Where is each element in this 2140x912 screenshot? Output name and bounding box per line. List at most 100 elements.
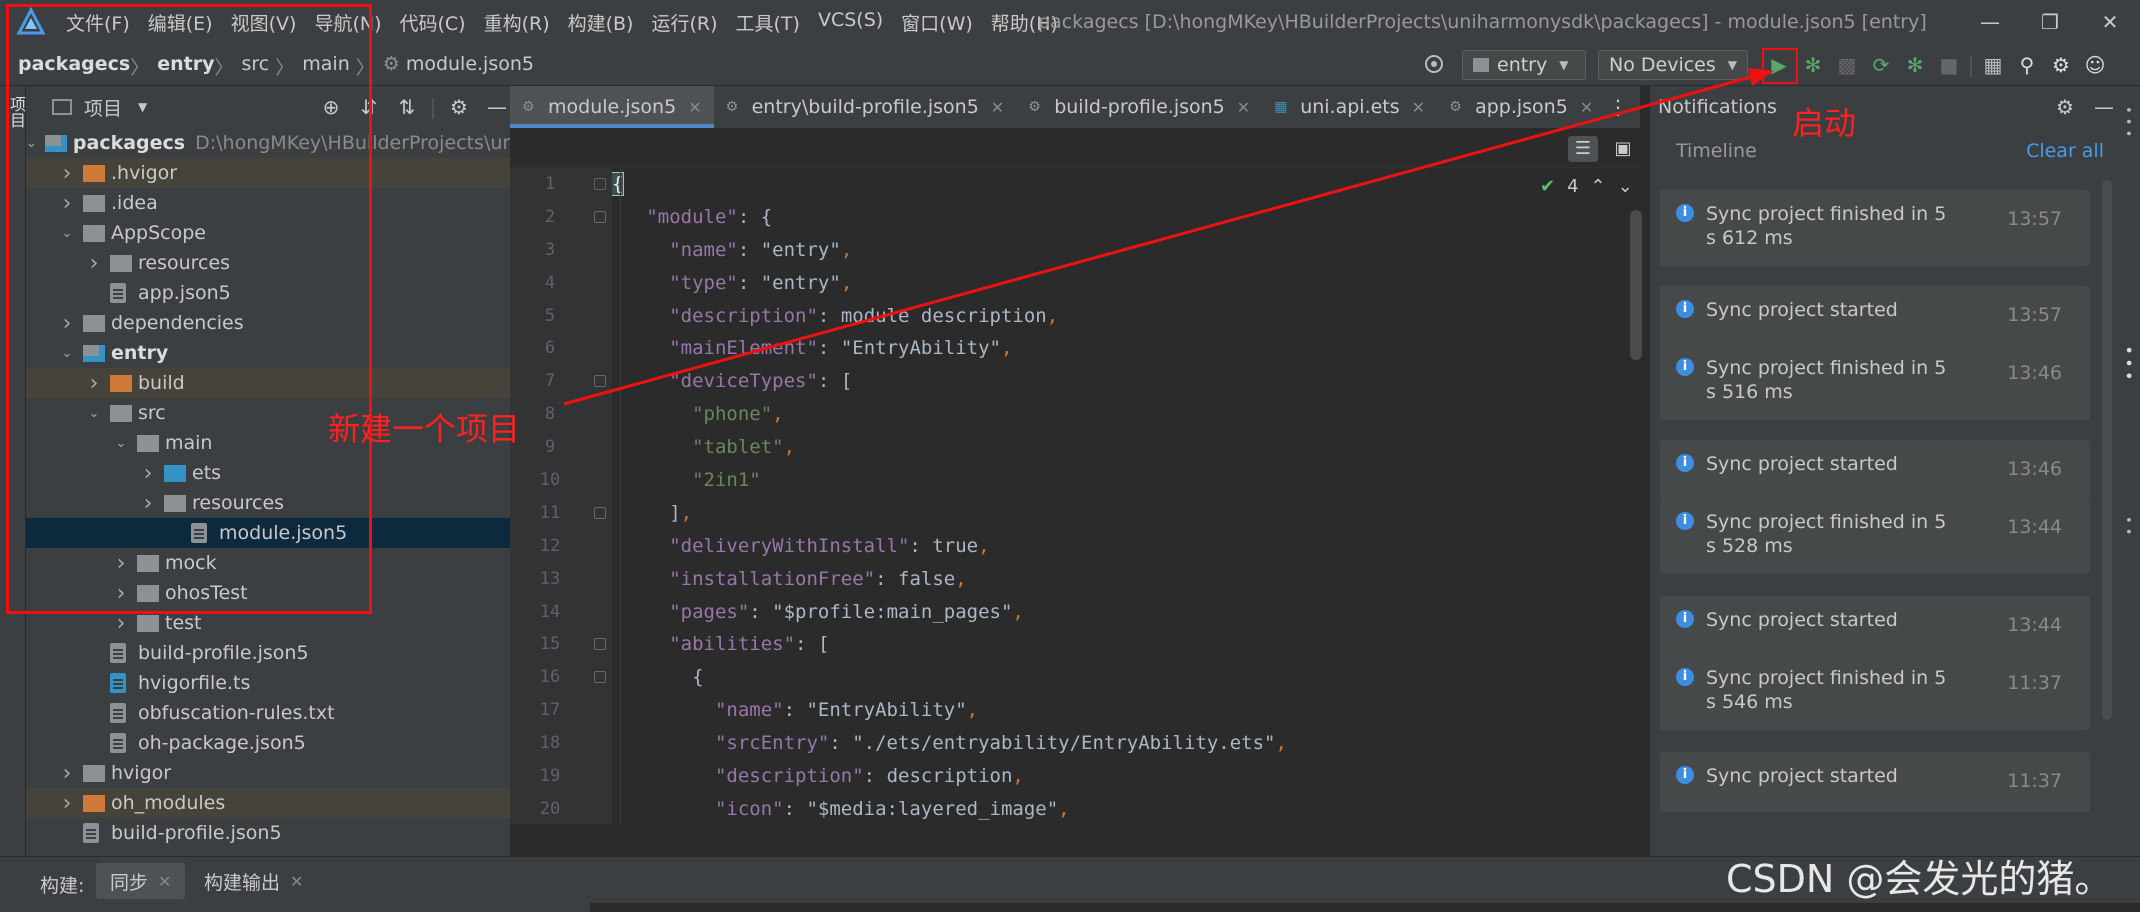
close-tab-icon[interactable]: ✕ <box>1580 98 1593 117</box>
folder-icon <box>83 794 105 812</box>
tab-module-json5[interactable]: ⚙ module.json5 ✕ <box>510 86 714 128</box>
menu-tools[interactable]: 工具(T) <box>736 9 800 36</box>
project-structure-icon[interactable]: ▦ <box>1976 50 2010 80</box>
close-tab-icon[interactable]: ✕ <box>290 872 303 891</box>
panel-settings-icon[interactable]: ⚙ <box>440 95 478 119</box>
right-tool-button[interactable]: • • • <box>2120 106 2135 137</box>
fold-marker-icon[interactable] <box>594 178 606 190</box>
json-file-icon: ⚙ <box>725 99 739 115</box>
tree-item[interactable]: build-profile.json5 <box>26 818 510 848</box>
tree-item[interactable]: › oh_modules <box>26 788 510 818</box>
tab-sync[interactable]: 同步 ✕ <box>96 863 186 899</box>
code-line: { <box>612 172 625 196</box>
menu-code[interactable]: 代码(C) <box>399 9 465 36</box>
notification-card[interactable]: i Sync project finished in 5 s 546 ms 11:3… <box>1660 654 2090 730</box>
apply-changes-icon[interactable]: ⟳ <box>1864 50 1898 80</box>
notifications-scrollbar[interactable] <box>2102 180 2112 720</box>
search-icon[interactable]: ⚲ <box>2010 50 2044 80</box>
chevron-down-icon: ▼ <box>1727 58 1737 72</box>
tree-item-label: hvigor <box>111 762 172 784</box>
breadcrumb-item[interactable]: module.json5 <box>406 53 534 80</box>
collapse-all-icon[interactable]: ⇅ <box>388 95 426 119</box>
module-selector[interactable]: entry ▼ <box>1462 50 1586 80</box>
fold-marker-icon[interactable] <box>594 638 606 650</box>
inspection-widget[interactable]: ✔ 4 ⌃ ⌄ <box>1540 176 1633 197</box>
chevron-right-icon[interactable]: › <box>59 761 75 786</box>
code-line: "deviceTypes": [ <box>669 370 853 393</box>
tabs-menu-icon[interactable]: ⋮ <box>1608 95 1628 119</box>
menu-vcs[interactable]: VCS(S) <box>818 9 883 36</box>
menu-refactor[interactable]: 重构(R) <box>484 9 550 36</box>
fold-marker-icon[interactable] <box>594 211 606 223</box>
folder-icon <box>137 614 159 632</box>
notification-card[interactable]: i Sync project finished in 5 s 516 ms 13:4… <box>1660 344 2090 420</box>
tab-build-output[interactable]: 构建输出 ✕ <box>190 863 317 899</box>
line-number: 15 <box>539 634 561 655</box>
fold-marker-icon[interactable] <box>594 507 606 519</box>
notification-time: 13:46 <box>2007 362 2062 384</box>
code-line: "phone", <box>692 403 784 426</box>
menu-window[interactable]: 窗口(W) <box>901 9 973 36</box>
close-tab-icon[interactable]: ✕ <box>1237 98 1250 117</box>
tree-item[interactable]: hvigorfile.ts <box>26 668 510 698</box>
stop-icon[interactable]: ■ <box>1932 50 1966 80</box>
text-view-icon[interactable]: ☰ <box>1568 136 1598 162</box>
tree-item[interactable]: build-profile.json5 <box>26 638 510 668</box>
close-icon[interactable]: ✕ <box>2080 0 2140 44</box>
menu-build[interactable]: 构建(B) <box>568 9 634 36</box>
info-icon: i <box>1676 766 1694 784</box>
device-selector[interactable]: No Devices ▼ <box>1598 50 1748 80</box>
info-icon: i <box>1676 358 1694 376</box>
separator: | <box>429 95 437 119</box>
debug-attach-icon[interactable]: ✻ <box>1898 50 1932 80</box>
close-tab-icon[interactable]: ✕ <box>688 98 701 117</box>
chevron-up-icon[interactable]: ⌃ <box>1591 176 1606 197</box>
clear-all-link[interactable]: Clear all <box>2026 140 2104 162</box>
tab-entry-build-profile[interactable]: ⚙ entry\build-profile.json5 ✕ <box>714 86 1017 128</box>
close-tab-icon[interactable]: ✕ <box>991 98 1004 117</box>
account-icon[interactable]: ☺ <box>2078 50 2112 80</box>
chevron-right-icon[interactable]: › <box>113 611 129 636</box>
editor-scrollbar[interactable] <box>1630 210 1642 360</box>
debug-icon[interactable]: ✻ <box>1796 50 1830 80</box>
tree-item[interactable]: oh-package.json5 <box>26 728 510 758</box>
tree-item[interactable]: › hvigor <box>26 758 510 788</box>
tree-item[interactable]: obfuscation-rules.txt <box>26 698 510 728</box>
fold-marker-icon[interactable] <box>594 375 606 387</box>
line-number: 3 <box>544 239 556 260</box>
locate-target-icon[interactable] <box>1422 52 1446 76</box>
notification-card[interactable]: i Sync project started 13:44 <box>1660 596 2090 656</box>
notification-card[interactable]: i Sync project started 13:46 <box>1660 440 2090 500</box>
code-editor[interactable]: { "module": { "name": "entry", "type": "… <box>612 168 1624 824</box>
tab-build-profile[interactable]: ⚙ build-profile.json5 ✕ <box>1016 86 1262 128</box>
close-tab-icon[interactable]: ✕ <box>158 872 171 891</box>
chevron-down-icon[interactable]: ⌄ <box>1618 176 1633 197</box>
menu-run[interactable]: 运行(R) <box>651 9 717 36</box>
tab-label: uni.api.ets <box>1300 96 1400 118</box>
notification-card[interactable]: i Sync project finished in 5 s 612 ms 13:5… <box>1660 190 2090 266</box>
tab-label: 同步 <box>110 871 149 894</box>
line-number: 7 <box>544 371 556 392</box>
notifications-tool-button[interactable]: • • • <box>2120 346 2135 380</box>
json-file-icon: ⚙ <box>1028 99 1041 115</box>
fold-marker-icon[interactable] <box>594 671 606 683</box>
line-number: 17 <box>539 700 561 721</box>
line-number: 14 <box>539 601 561 622</box>
notification-card[interactable]: i Sync project started 11:37 <box>1660 752 2090 812</box>
settings-gear-icon[interactable]: ⚙ <box>2056 95 2074 119</box>
tab-uni-api-ets[interactable]: ▦ uni.api.ets ✕ <box>1262 86 1437 128</box>
notification-card[interactable]: i Sync project finished in 5 s 528 ms 13:4… <box>1660 498 2090 574</box>
minimize-icon[interactable]: — <box>1960 0 2020 44</box>
right-tool-button[interactable]: • • <box>2120 516 2135 535</box>
attach-debugger-icon[interactable]: ▩ <box>1830 50 1864 80</box>
chevron-right-icon[interactable]: › <box>59 791 75 816</box>
settings-gear-icon[interactable]: ⚙ <box>2044 50 2078 80</box>
tree-item-label: oh_modules <box>111 792 226 814</box>
close-tab-icon[interactable]: ✕ <box>1412 98 1425 117</box>
restore-icon[interactable]: ❐ <box>2020 0 2080 44</box>
image-view-icon[interactable]: ▣ <box>1608 136 1638 162</box>
hide-panel-icon[interactable]: — <box>2094 95 2114 119</box>
notification-card[interactable]: i Sync project started 13:57 <box>1660 286 2090 346</box>
text-file-icon <box>110 703 132 723</box>
tab-app-json5[interactable]: ⚙ app.json5 ✕ <box>1437 86 1605 128</box>
